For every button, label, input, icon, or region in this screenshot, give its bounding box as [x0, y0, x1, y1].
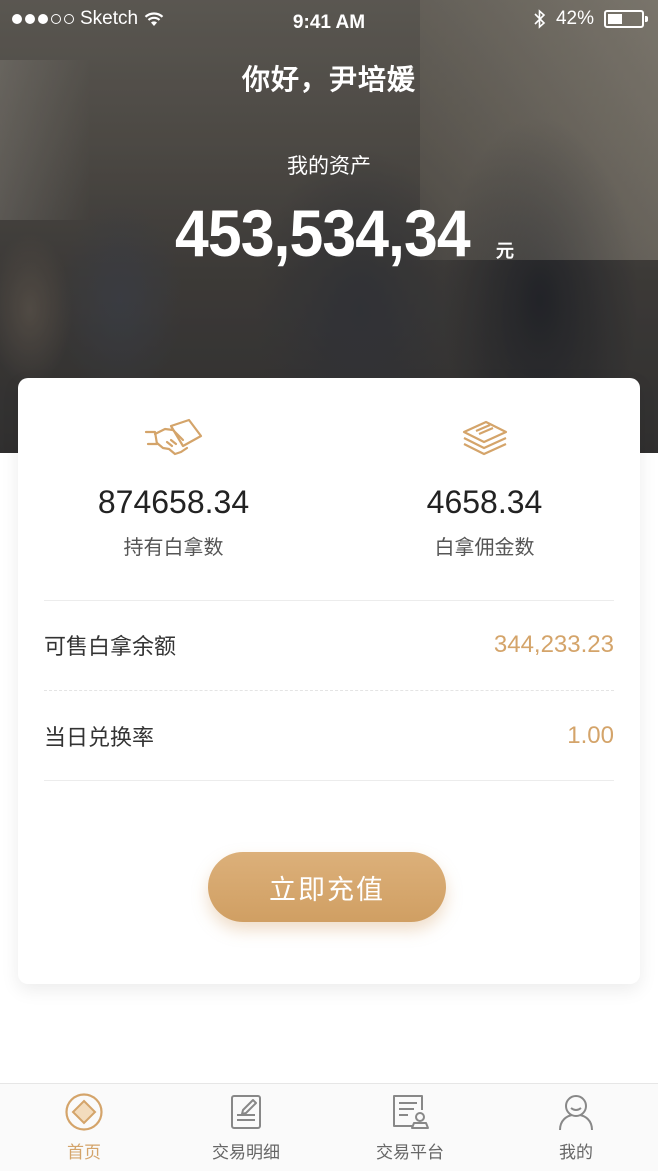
- tab-transactions-label: 交易明细: [212, 1143, 280, 1163]
- held-label: 持有白拿数: [123, 535, 224, 559]
- divider: [44, 690, 614, 691]
- commission-stat: 4658.34 白拿佣金数: [329, 418, 640, 560]
- bluetooth-icon: [534, 9, 546, 29]
- recharge-button[interactable]: 立即充值: [208, 852, 446, 922]
- saleable-balance-value: 344,233.23: [493, 631, 614, 658]
- greeting-title: 你好，尹培媛: [241, 63, 416, 96]
- saleable-balance-row: 可售白拿余额 344,233.23: [44, 615, 614, 675]
- held-stat: 874658.34 持有白拿数: [18, 418, 329, 560]
- tab-mine-label: 我的: [559, 1143, 593, 1163]
- asset-amount: 453,534,34: [175, 196, 471, 270]
- status-bar: Sketch 9:41 AM 42%: [0, 0, 658, 40]
- platform-user-icon: [393, 1095, 429, 1129]
- exchange-rate-row: 当日兑换率 1.00: [44, 706, 614, 766]
- asset-label: 我的资产: [287, 154, 371, 178]
- tab-bar: 首页 交易明细 交易平台 我的: [0, 1083, 658, 1171]
- tab-home-label: 首页: [67, 1143, 101, 1163]
- commission-label: 白拿佣金数: [434, 535, 535, 559]
- commission-value: 4658.34: [426, 484, 543, 520]
- stack-icon: [462, 420, 507, 456]
- tab-home[interactable]: 首页: [2, 1092, 166, 1163]
- held-value: 874658.34: [97, 484, 250, 520]
- battery-icon: [604, 10, 648, 28]
- profile-icon: [559, 1095, 593, 1131]
- tab-platform[interactable]: 交易平台: [328, 1092, 492, 1163]
- asset-unit: 元: [496, 241, 514, 262]
- tab-mine[interactable]: 我的: [494, 1092, 658, 1163]
- handshake-icon: [144, 418, 202, 456]
- home-diamond-icon: [65, 1093, 103, 1131]
- tab-platform-label: 交易平台: [376, 1143, 444, 1163]
- asset-card: 874658.34 持有白拿数 4658.34 白拿佣金数 可售白拿余额 344…: [18, 378, 640, 984]
- divider: [44, 600, 614, 601]
- exchange-rate-value: 1.00: [567, 722, 614, 749]
- exchange-rate-label: 当日兑换率: [44, 726, 155, 751]
- battery-percent: 42%: [555, 8, 594, 29]
- divider: [44, 780, 614, 781]
- tab-transactions[interactable]: 交易明细: [164, 1092, 328, 1163]
- document-edit-icon: [231, 1095, 261, 1129]
- saleable-balance-label: 可售白拿余额: [44, 635, 177, 660]
